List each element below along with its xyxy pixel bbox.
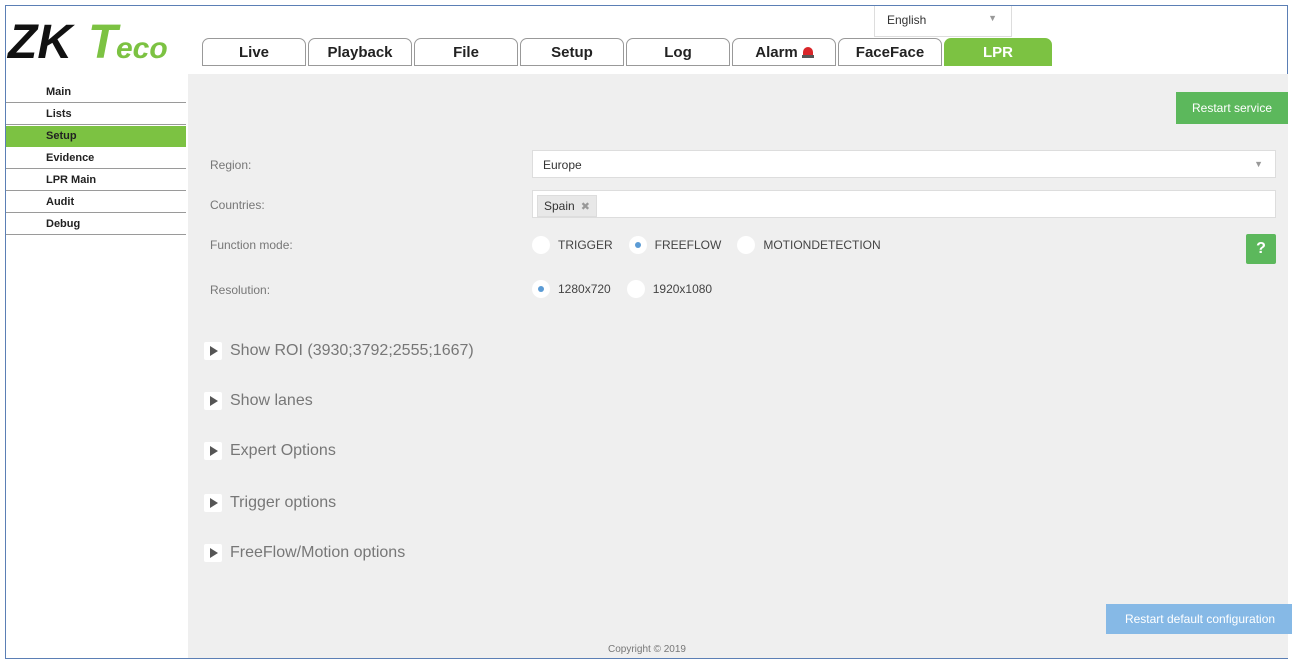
- section-title: FreeFlow/Motion options: [230, 544, 406, 561]
- sidebar-item-label: LPR Main: [46, 174, 97, 186]
- sidebar-item-label: Evidence: [46, 152, 95, 164]
- alarm-bell-icon: [801, 46, 814, 58]
- chevron-down-icon: ▼: [988, 13, 997, 23]
- sidebar-item-label: Lists: [46, 108, 72, 120]
- copyright-text: Copyright © 2019: [608, 644, 686, 655]
- tab-alarm[interactable]: Alarm: [732, 38, 836, 66]
- caret-right-icon: [204, 342, 222, 360]
- tab-log[interactable]: Log: [626, 38, 730, 66]
- tab-label: Live: [238, 43, 269, 61]
- sidebar-item-label: Setup: [46, 130, 77, 142]
- tab-label: Log: [664, 43, 692, 61]
- section-title: Show lanes: [230, 392, 313, 409]
- radio-motiondetection[interactable]: [737, 236, 756, 254]
- radio-1920x1080[interactable]: [626, 280, 645, 298]
- sidebar-item-lists[interactable]: Lists: [6, 104, 186, 125]
- tab-label: FaceFace: [855, 43, 925, 61]
- sidebar: Main Lists Setup Evidence LPR Main Audit…: [6, 82, 186, 236]
- zkteco-logo: ZK T eco: [6, 16, 168, 66]
- language-select[interactable]: English ▼: [874, 6, 1012, 37]
- section-freeflow-motion-options[interactable]: FreeFlow/Motion options: [204, 544, 405, 562]
- tab-lpr[interactable]: LPR: [944, 38, 1052, 66]
- sidebar-item-debug[interactable]: Debug: [6, 214, 186, 235]
- sidebar-item-main[interactable]: Main: [6, 82, 186, 103]
- radio-freeflow-label: FREEFLOW: [654, 238, 722, 252]
- restart-default-configuration-button[interactable]: Restart default configuration: [1106, 604, 1292, 634]
- tab-label: File: [453, 43, 479, 61]
- radio-1280x720-label: 1280x720: [558, 282, 611, 296]
- svg-text:ZK: ZK: [6, 16, 75, 66]
- sidebar-item-label: Audit: [46, 196, 75, 208]
- restart-service-button[interactable]: Restart service: [1176, 92, 1288, 124]
- function-mode-label: Function mode:: [210, 238, 293, 252]
- radio-freeflow[interactable]: [628, 236, 647, 254]
- country-chip-label: Spain: [544, 199, 575, 213]
- tab-label: Alarm: [755, 43, 798, 61]
- app-window: ZK T eco English ▼ Live Playback File Se…: [5, 5, 1292, 659]
- radio-trigger[interactable]: [532, 236, 550, 254]
- section-title: Show ROI (3930;3792;2555;1667): [230, 342, 474, 359]
- tab-label: LPR: [983, 43, 1013, 61]
- radio-motiondetection-label: MOTIONDETECTION: [763, 238, 881, 252]
- section-title: Trigger options: [230, 494, 337, 511]
- region-select-value: Europe: [543, 158, 582, 172]
- section-show-lanes[interactable]: Show lanes: [204, 392, 313, 410]
- sidebar-item-setup[interactable]: Setup: [6, 126, 186, 147]
- sidebar-item-label: Main: [46, 86, 72, 98]
- region-label: Region:: [210, 158, 252, 172]
- sidebar-item-lpr-main[interactable]: LPR Main: [6, 170, 186, 191]
- tab-faceface[interactable]: FaceFace: [838, 38, 942, 66]
- sidebar-item-label: Debug: [46, 218, 81, 230]
- language-select-value: English: [887, 13, 927, 27]
- tab-setup[interactable]: Setup: [520, 38, 624, 66]
- tab-file[interactable]: File: [414, 38, 518, 66]
- tab-live[interactable]: Live: [202, 38, 306, 66]
- help-button[interactable]: ?: [1246, 234, 1276, 264]
- caret-right-icon: [204, 494, 222, 512]
- section-title: Expert Options: [230, 442, 336, 459]
- country-chip: Spain ✖: [537, 195, 597, 217]
- sidebar-item-audit[interactable]: Audit: [6, 192, 186, 213]
- countries-label: Countries:: [210, 198, 265, 212]
- resolution-radio-group: 1280x720 1920x1080: [532, 280, 728, 298]
- radio-trigger-label: TRIGGER: [558, 238, 613, 252]
- section-trigger-options[interactable]: Trigger options: [204, 494, 336, 512]
- caret-right-icon: [204, 544, 222, 562]
- radio-1280x720[interactable]: [532, 280, 550, 298]
- function-mode-radio-group: TRIGGER FREEFLOW MOTIONDETECTION: [532, 236, 897, 254]
- caret-right-icon: [204, 442, 222, 460]
- tab-playback[interactable]: Playback: [308, 38, 412, 66]
- chevron-down-icon: ▼: [1254, 159, 1263, 169]
- svg-text:eco: eco: [116, 32, 168, 65]
- close-icon[interactable]: ✖: [581, 200, 590, 213]
- radio-1920x1080-label: 1920x1080: [652, 282, 713, 296]
- resolution-label: Resolution:: [210, 283, 271, 297]
- section-expert-options[interactable]: Expert Options: [204, 442, 336, 460]
- setup-panel: Restart service Region: Europe ▼ Countri…: [188, 74, 1292, 658]
- countries-input[interactable]: Spain ✖: [532, 190, 1276, 218]
- section-show-roi[interactable]: Show ROI (3930;3792;2555;1667): [204, 342, 474, 360]
- tab-label: Setup: [551, 43, 593, 61]
- caret-right-icon: [204, 392, 222, 410]
- tab-label: Playback: [327, 43, 393, 61]
- region-select[interactable]: Europe ▼: [532, 150, 1276, 178]
- sidebar-item-evidence[interactable]: Evidence: [6, 148, 186, 169]
